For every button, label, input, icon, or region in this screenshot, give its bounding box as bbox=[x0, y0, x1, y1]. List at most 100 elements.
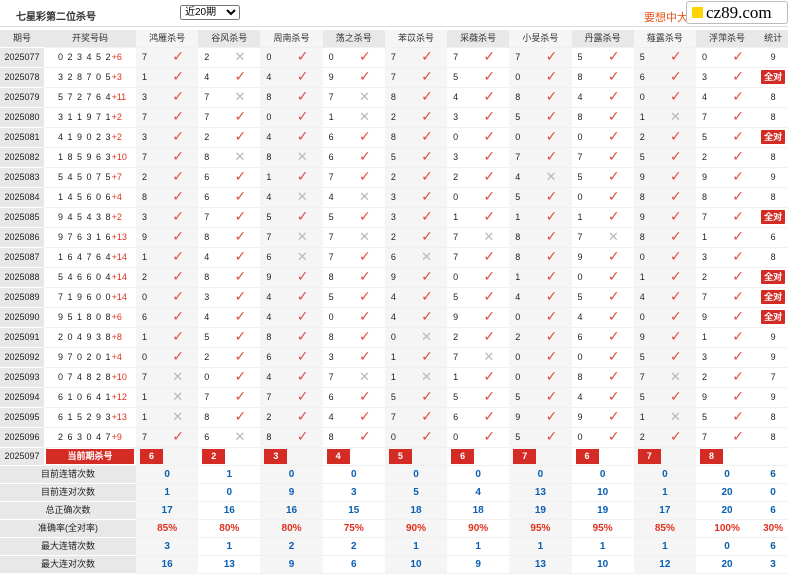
result-mark: ✓ bbox=[421, 47, 448, 68]
result-mark: ✓ bbox=[421, 427, 448, 448]
cross-icon: ✕ bbox=[296, 189, 308, 204]
kill-number: 4 bbox=[509, 167, 546, 188]
stats-value: 0 bbox=[384, 465, 448, 484]
kill-number: 7 bbox=[384, 67, 422, 88]
check-icon: ✓ bbox=[421, 408, 433, 424]
result-mark: ✓ bbox=[234, 127, 261, 148]
stats-value: 75% bbox=[322, 519, 385, 538]
cross-icon: ✕ bbox=[234, 89, 246, 104]
stats-value: 1 bbox=[633, 483, 696, 502]
all-correct-badge: 全对 bbox=[761, 70, 786, 84]
stats-row: 目前连对次数 1 0 9 3 5 4 13 10 1 20 0 bbox=[0, 483, 788, 502]
result-mark: ✓ bbox=[670, 127, 696, 148]
kill-number: 4 bbox=[571, 387, 608, 408]
check-icon: ✓ bbox=[421, 428, 433, 444]
check-icon: ✓ bbox=[670, 248, 682, 264]
stats-value: 17 bbox=[135, 501, 199, 520]
result-mark: ✓ bbox=[607, 307, 634, 328]
result-mark: ✓ bbox=[670, 327, 696, 348]
draw-digits: 0 7 4 8 2 8 bbox=[58, 372, 112, 382]
draw-numbers: 9 7 6 3 1 6+13 bbox=[44, 227, 136, 248]
stats-value: 1 bbox=[198, 465, 261, 484]
kill-number: 6 bbox=[633, 67, 671, 88]
kill-number: 9 bbox=[633, 327, 671, 348]
result-mark: ✕ bbox=[358, 187, 385, 208]
draw-digits: 9 7 0 2 0 1 bbox=[58, 352, 112, 362]
check-icon: ✓ bbox=[670, 128, 682, 144]
check-icon: ✓ bbox=[732, 268, 744, 284]
current-pick-cell: 6 bbox=[571, 447, 634, 466]
result-mark: ✓ bbox=[234, 307, 261, 328]
result-mark: ✕ bbox=[358, 367, 385, 388]
table-row: 2025078 3 2 8 7 0 5+3 1 ✓ 4 ✓ 4 ✓ 9 ✓ 7 ✓ 5 ✓ 0 ✓ 8 ✓ 6 ✓ 3 ✓… bbox=[0, 67, 788, 88]
check-icon: ✓ bbox=[607, 188, 620, 204]
kill-number: 0 bbox=[571, 347, 608, 368]
kill-number: 5 bbox=[322, 207, 359, 228]
kill-number: 9 bbox=[384, 267, 422, 288]
result-mark: ✓ bbox=[172, 147, 199, 168]
result-mark: ✓ bbox=[234, 327, 261, 348]
kill-number: 7 bbox=[447, 47, 484, 68]
summary-cell: 9 bbox=[758, 47, 788, 68]
stats-value: 0 bbox=[758, 483, 788, 502]
header-expert-1: 鸿雁杀号 bbox=[135, 30, 199, 48]
check-icon: ✓ bbox=[234, 328, 247, 344]
kill-number: 8 bbox=[322, 267, 359, 288]
result-mark: ✕ bbox=[421, 247, 448, 268]
check-icon: ✓ bbox=[545, 348, 558, 364]
kill-number: 7 bbox=[695, 107, 733, 128]
promo-link[interactable]: 要想中大 bbox=[644, 9, 688, 25]
header-issue: 期号 bbox=[0, 30, 45, 48]
check-icon: ✓ bbox=[234, 268, 247, 284]
check-icon: ✓ bbox=[172, 288, 185, 304]
check-icon: ✓ bbox=[296, 208, 309, 224]
kill-number: 8 bbox=[322, 427, 359, 448]
check-icon: ✓ bbox=[670, 48, 682, 64]
result-mark: ✕ bbox=[234, 147, 261, 168]
kill-number: 2 bbox=[198, 47, 235, 68]
table-header: 期号 开奖号码 鸿雁杀号 谷风杀号 周南杀号 荡之杀号 苯苡杀号 采薇杀号 小旻杀号 丹露杀号… bbox=[0, 30, 788, 48]
check-icon: ✓ bbox=[358, 128, 371, 144]
check-icon: ✓ bbox=[732, 128, 744, 144]
summary-cell: 8 bbox=[758, 87, 788, 108]
check-icon: ✓ bbox=[545, 48, 558, 64]
result-mark: ✓ bbox=[483, 187, 510, 208]
result-mark: ✓ bbox=[421, 87, 448, 108]
draw-digits: 9 4 5 4 3 8 bbox=[58, 212, 112, 222]
current-pick: 2 bbox=[202, 449, 226, 464]
kill-number: 4 bbox=[571, 307, 608, 328]
check-icon: ✓ bbox=[421, 208, 433, 224]
result-mark: ✓ bbox=[421, 67, 448, 88]
kill-number: 8 bbox=[509, 87, 546, 108]
kill-number: 4 bbox=[198, 247, 235, 268]
kill-number: 0 bbox=[571, 127, 608, 148]
result-mark: ✓ bbox=[607, 287, 634, 308]
result-mark: ✓ bbox=[483, 47, 510, 68]
result-mark: ✓ bbox=[421, 147, 448, 168]
cross-icon: ✕ bbox=[670, 409, 681, 424]
site-logo[interactable]: cz89.com bbox=[686, 1, 788, 24]
check-icon: ✓ bbox=[358, 428, 371, 444]
stats-value: 0 bbox=[571, 465, 634, 484]
period-select[interactable]: 近20期 bbox=[180, 5, 240, 20]
kill-number: 7 bbox=[135, 47, 173, 68]
check-icon: ✓ bbox=[172, 348, 185, 364]
check-icon: ✓ bbox=[483, 68, 496, 84]
draw-plus: +8 bbox=[111, 332, 122, 342]
stats-value: 95% bbox=[509, 519, 572, 538]
kill-number: 2 bbox=[135, 167, 173, 188]
result-mark: ✓ bbox=[607, 147, 634, 168]
check-icon: ✓ bbox=[296, 48, 309, 64]
result-mark: ✕ bbox=[421, 367, 448, 388]
issue-cell: 2025092 bbox=[0, 347, 45, 368]
check-icon: ✓ bbox=[670, 68, 682, 84]
kill-number: 7 bbox=[198, 207, 235, 228]
kill-number: 3 bbox=[384, 187, 422, 208]
issue-cell: 2025096 bbox=[0, 427, 45, 448]
cross-icon: ✕ bbox=[172, 409, 184, 424]
result-mark: ✓ bbox=[670, 207, 696, 228]
kill-number: 6 bbox=[322, 127, 359, 148]
issue-cell: 2025081 bbox=[0, 127, 45, 148]
result-mark: ✓ bbox=[545, 107, 572, 128]
stats-value: 0 bbox=[633, 465, 696, 484]
